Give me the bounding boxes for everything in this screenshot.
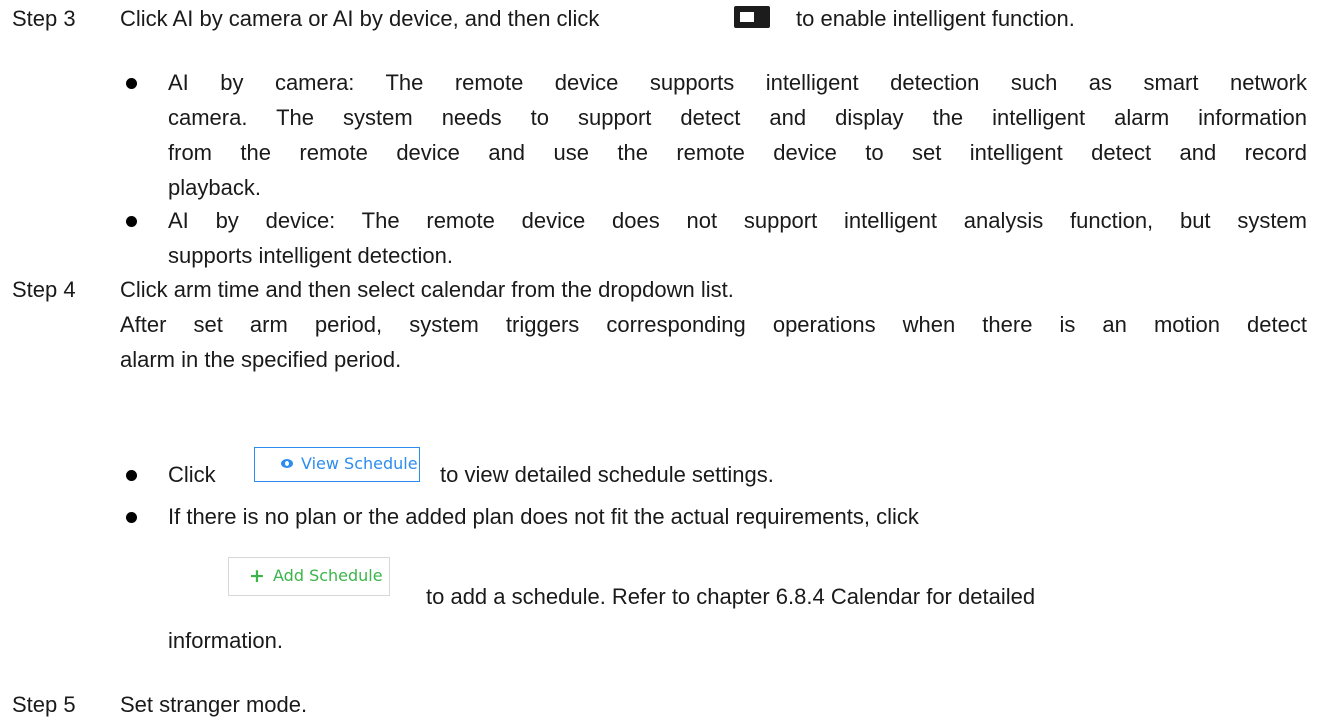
plus-icon: + — [249, 565, 265, 587]
bullet-dot — [126, 470, 137, 481]
step3-text: Click AI by camera or AI by device, and … — [120, 6, 600, 31]
step3-bullet2-line2: supports intelligent detection. — [168, 243, 453, 268]
step3-label: Step 3 — [12, 6, 76, 31]
view-schedule-button[interactable]: View Schedule — [254, 447, 420, 482]
step4-label: Step 4 — [12, 277, 76, 302]
step3-bullet1-line4: playback. — [168, 175, 261, 200]
step3-text-after: to enable intelligent function. — [796, 6, 1075, 31]
add-schedule-button[interactable]: + Add Schedule — [228, 557, 390, 596]
step4-text: Click arm time and then select calendar … — [120, 277, 734, 302]
step4-bullet1-click: Click — [168, 462, 216, 487]
step3-bullet1-line1: AI by camera: The remote device supports… — [168, 70, 1307, 95]
bullet-dot — [126, 78, 137, 89]
step5-text: Set stranger mode. — [120, 692, 308, 717]
step3-bullet1-line3: from the remote device and use the remot… — [168, 140, 1307, 165]
bullet-dot — [126, 512, 137, 523]
step5-label: Step 5 — [12, 692, 76, 717]
toggle-switch-icon — [734, 6, 770, 28]
toggle-knob — [740, 12, 754, 22]
step4-bullet2-after: to add a schedule. Refer to chapter 6.8.… — [426, 584, 1036, 609]
bullet-dot — [126, 216, 137, 227]
step3-bullet1-line2: camera. The system needs to support dete… — [168, 105, 1307, 130]
step4-bullet2-line1: If there is no plan or the added plan do… — [168, 504, 919, 529]
step4-bullet1-after: to view detailed schedule settings. — [440, 462, 774, 487]
step3-bullet2-line1: AI by device: The remote device does not… — [168, 208, 1307, 233]
step4-desc-line1: After set arm period, system triggers co… — [120, 312, 1307, 337]
view-schedule-label: View Schedule — [301, 454, 418, 473]
step4-desc-line2: alarm in the specified period. — [120, 347, 402, 372]
eye-icon — [281, 459, 293, 468]
step4-bullet2-line3: information. — [168, 628, 283, 653]
add-schedule-label: Add Schedule — [273, 566, 383, 585]
